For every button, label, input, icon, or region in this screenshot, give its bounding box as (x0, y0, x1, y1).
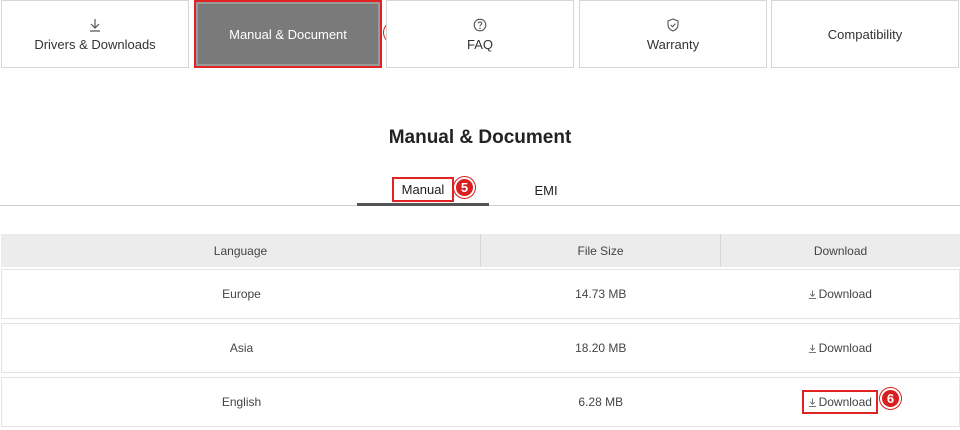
nav-drivers-downloads[interactable]: Drivers & Downloads (1, 0, 189, 68)
table-row: English 6.28 MB Download (1, 377, 960, 427)
page-title: Manual & Document (388, 127, 572, 148)
document-table: Language File Size Download Europe 14.73… (1, 234, 960, 427)
header-language: Language (1, 234, 481, 267)
download-icon (808, 289, 816, 299)
row-download-cell: Download (721, 324, 960, 372)
header-file-size: File Size (481, 234, 721, 267)
row-download-cell: Download (721, 270, 960, 318)
nav-label: Compatibility (827, 26, 903, 42)
download-icon (808, 343, 816, 353)
nav-warranty[interactable]: Warranty (579, 0, 767, 68)
nav-compatibility[interactable]: Compatibility (771, 0, 959, 68)
table-row: Europe 14.73 MB Download (1, 269, 960, 319)
table-row: Asia 18.20 MB Download (1, 323, 960, 373)
nav-label: Drivers & Downloads (34, 37, 156, 52)
nav-label: FAQ (466, 37, 493, 52)
row-file-size: 18.20 MB (575, 341, 627, 355)
tab-emi-label: EMI (534, 182, 558, 198)
table-header: Language File Size Download (1, 234, 960, 267)
download-label: Download (818, 341, 872, 355)
row-file-size: 14.73 MB (575, 287, 627, 301)
tab-manual-label: Manual (391, 176, 455, 202)
question-circle-icon (473, 16, 487, 34)
row-file-size: 6.28 MB (578, 395, 624, 409)
step-badge-5: 5 (454, 177, 475, 198)
tab-emi[interactable]: EMI (500, 175, 592, 205)
download-link[interactable]: Download (801, 390, 878, 414)
nav-faq[interactable]: FAQ (386, 0, 574, 68)
nav-manual-document[interactable]: Manual & Document (194, 0, 382, 68)
row-language: English (221, 395, 262, 409)
download-label: Download (818, 395, 872, 409)
nav-label: Warranty (646, 37, 700, 52)
download-label: Download (818, 287, 872, 301)
download-link[interactable]: Download (804, 285, 876, 303)
download-icon (808, 397, 816, 407)
row-language: Europe (222, 287, 261, 301)
nav-label: Manual & Document (229, 26, 347, 42)
download-icon (88, 16, 102, 34)
row-download-cell: Download (721, 378, 960, 426)
step-badge-6: 6 (880, 388, 901, 409)
header-download: Download (813, 243, 868, 258)
shield-check-icon (666, 16, 680, 34)
row-language: Asia (229, 341, 254, 355)
download-link[interactable]: Download (804, 339, 876, 357)
